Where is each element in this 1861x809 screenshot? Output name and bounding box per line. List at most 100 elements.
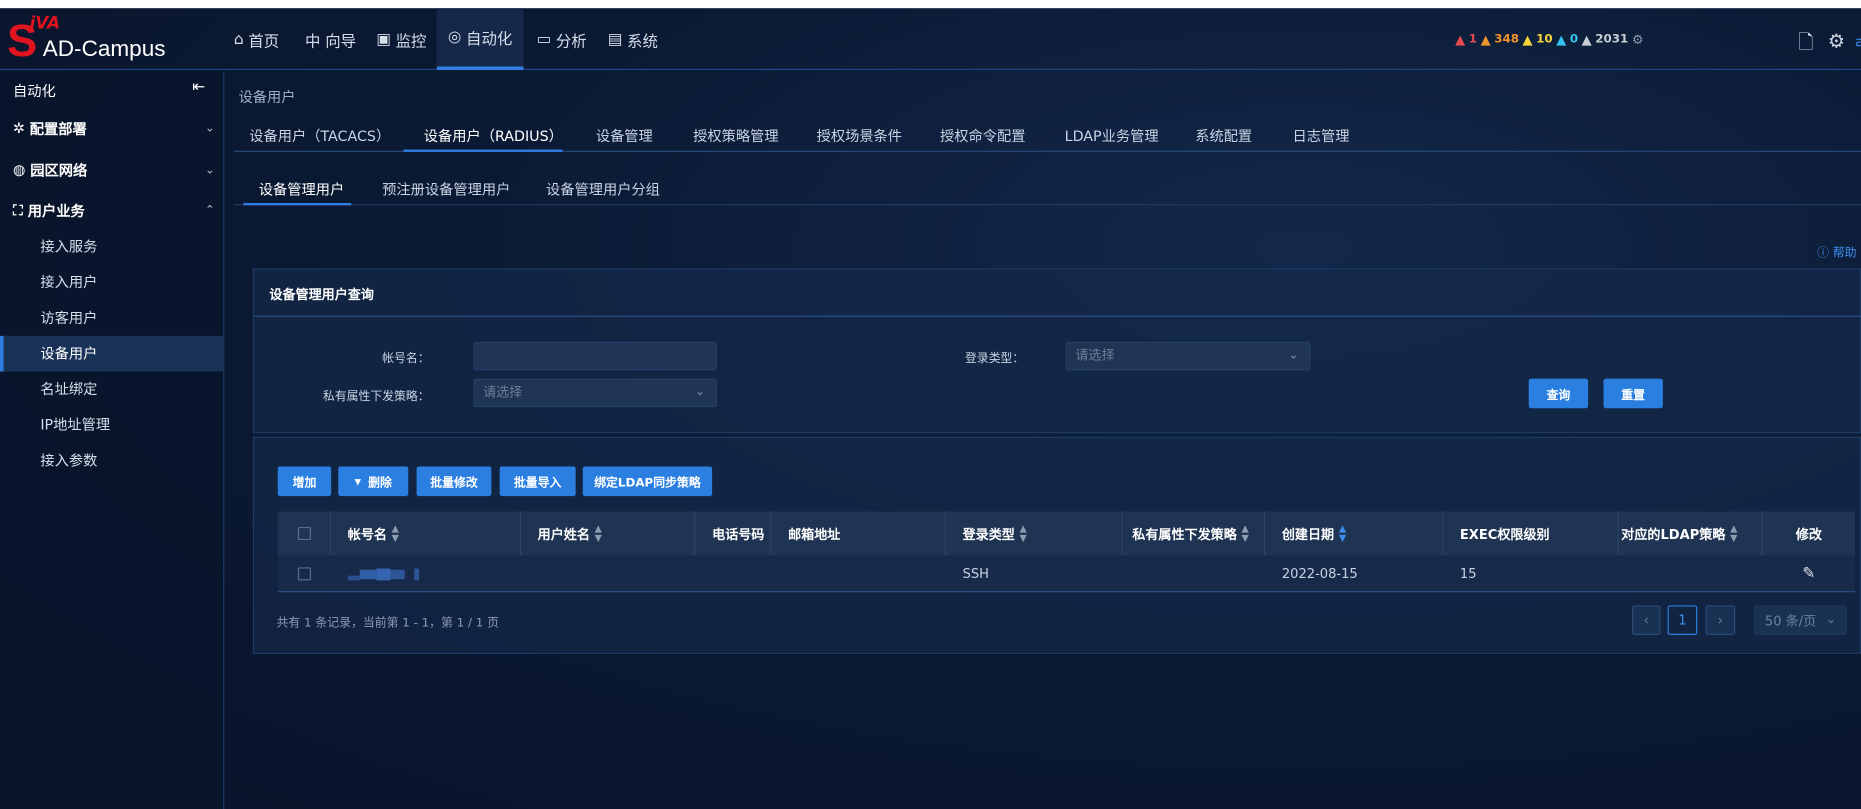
col-edit: 修改 [1762,511,1856,556]
group-label: 配置部署 [29,120,87,138]
batch-import-button[interactable]: 批量导入 [499,466,576,497]
select-placeholder: 请选择 [483,384,523,400]
app-window: S iVA AD-Campus ⌂ 首页 中向导 ▣ 监控 ◎ 自动化 ▭ 分析 ▤ 系统… [0,0,1861,809]
tab-radius[interactable]: 设备用户（RADIUS） [424,126,563,146]
sort-icon[interactable]: ▲ ▼ [1020,523,1027,543]
chevron-up-icon: ⌃ [204,203,215,217]
login-type-select[interactable]: 请选择 ⌄ [1065,341,1311,371]
sidebar-item-access-service[interactable]: 接入服务 [0,229,224,265]
col-private-attr[interactable]: 私有属性下发策略 ▲ ▼ [1122,511,1266,556]
analysis-icon: ▭ [536,30,552,49]
col-name[interactable]: 用户姓名 ▲ ▼ [521,511,696,556]
nav-guide[interactable]: 中向导 [305,8,356,70]
cell-created: 2022-08-15 [1281,566,1358,582]
collapse-sidebar-icon[interactable]: ⇤ [192,78,205,96]
pagination-summary: 共有 1 条记录，当前第 1 - 1，第 1 / 1 页 [276,617,499,631]
column-label: 帐号名 [347,526,387,542]
subtab-preregistered-user[interactable]: 预注册设备管理用户 [382,179,510,199]
reset-button[interactable]: 重置 [1603,378,1663,409]
column-label: 用户姓名 [537,526,590,542]
document-icon[interactable]: 🗋 [1798,30,1813,62]
page-1-button[interactable]: 1 [1667,605,1698,635]
cell-account[interactable] [331,555,521,592]
edit-cell: ✎ [1763,555,1856,592]
page-size-select[interactable]: 50 条/页 ⌄ [1754,605,1847,635]
major-alarm-icon: ▲ [1480,32,1491,48]
nav-home[interactable]: ⌂ 首页 [234,8,279,70]
select-placeholder: 请选择 [1075,347,1115,364]
column-label: 修改 [1795,526,1822,542]
alarm-summary[interactable]: ▲ 1 ▲ 348 ▲ 10 ▲ 0 ▲ 2031 ⚙ [1455,32,1643,47]
sidebar-item-device-user[interactable]: 设备用户 [0,335,225,372]
private-attr-label: 私有属性下发策略： [322,390,430,404]
col-created[interactable]: 创建日期 ▲ ▼ [1265,511,1444,556]
globe-icon: ◍ [13,161,26,179]
sort-icon[interactable]: ▲ ▼ [1339,523,1346,543]
nav-analysis[interactable]: ▭ 分析 [536,8,586,70]
sort-icon[interactable]: ▲ ▼ [1730,523,1737,543]
help-icon: ⓘ [1817,246,1830,260]
alarm-count: 0 [1569,33,1579,47]
button-label: 删除 [368,477,392,491]
private-attr-select[interactable]: 请选择 ⌄ [473,378,717,408]
nav-label: 监控 [395,32,427,51]
batch-edit-button[interactable]: 批量修改 [416,466,492,497]
sidebar-item-access-user[interactable]: 接入用户 [0,265,224,301]
edit-pencil-icon[interactable]: ✎ [1802,565,1815,583]
sidebar-group-campus-network[interactable]: ◍ 园区网络 ⌄ [0,150,224,190]
tab-tacacs[interactable]: 设备用户（TACACS） [249,126,390,146]
subtab-device-admin-user[interactable]: 设备管理用户 [259,179,344,199]
nav-monitor[interactable]: ▣ 监控 [376,8,426,70]
row-checkbox[interactable] [297,567,311,581]
sort-icon[interactable]: ▲ ▼ [1241,523,1248,543]
guide-icon: 中 [305,32,321,51]
critical-alarm-icon: ▲ [1455,32,1466,48]
col-ldap-policy[interactable]: 对应的LDAP策略 ▲ ▼ [1618,511,1763,556]
select-all-header [277,511,332,556]
nav-label: 向导 [325,32,357,51]
sidebar-group-config[interactable]: ✲ 配置部署 ⌄ [0,108,224,148]
cell-exec-level: 15 [1459,566,1477,582]
select-all-checkbox[interactable] [297,526,311,541]
user-menu[interactable]: a [1855,33,1861,50]
sort-icon[interactable]: ▲ ▼ [392,523,399,543]
sidebar-item-access-params[interactable]: 接入参数 [0,443,224,479]
system-icon: ▤ [607,30,623,49]
tab-system-config[interactable]: 系统配置 [1195,126,1252,146]
tab-auth-scene[interactable]: 授权场景条件 [817,126,902,146]
tab-ldap[interactable]: LDAP业务管理 [1065,126,1159,146]
account-input[interactable] [473,341,717,371]
help-link[interactable]: ⓘ 帮助 [1817,242,1856,260]
sidebar-item-guest-user[interactable]: 访客用户 [0,300,224,336]
page-size-value: 50 条/页 [1764,613,1817,629]
prev-page-button[interactable]: ‹ [1631,605,1661,635]
nav-automation[interactable]: ◎ 自动化 [436,8,524,71]
sidebar-item-ip-management[interactable]: IP地址管理 [0,407,224,443]
tab-auth-command[interactable]: 授权命令配置 [940,126,1025,146]
sidebar: 自动化 ⇤ ✲ 配置部署 ⌄ ◍ 园区网络 ⌄ ⛶ 用户业务 ⌃ 接入服务 接入用户 访客用… [0,71,225,809]
bind-ldap-button[interactable]: 绑定LDAP同步策略 [582,466,713,497]
monitor-icon: ▣ [376,30,391,49]
sidebar-item-address-binding[interactable]: 名址绑定 [0,371,224,407]
col-email: 邮箱地址 [771,511,946,556]
tab-device-management[interactable]: 设备管理 [596,126,653,146]
sidebar-group-user-service[interactable]: ⛶ 用户业务 ⌃ [0,190,224,230]
gear-icon[interactable]: ⚙ [1828,30,1845,53]
alarm-settings-icon[interactable]: ⚙ [1632,32,1644,47]
subtab-user-group[interactable]: 设备管理用户分组 [546,179,660,199]
alarm-count: 348 [1494,33,1519,47]
add-button[interactable]: 增加 [277,466,332,497]
delete-button[interactable]: ▼ 删除 [338,466,409,497]
next-page-button[interactable]: › [1705,605,1736,635]
col-account[interactable]: 帐号名 ▲ ▼ [331,511,522,556]
search-button[interactable]: 查询 [1528,378,1589,409]
tab-log[interactable]: 日志管理 [1293,126,1350,146]
chevron-down-icon: ⌄ [204,163,215,177]
minor-alarm-icon: ▲ [1522,32,1533,48]
tab-auth-policy[interactable]: 授权策略管理 [693,126,778,146]
col-login-type[interactable]: 登录类型 ▲ ▼ [945,511,1123,556]
sort-icon[interactable]: ▲ ▼ [595,523,602,543]
nav-label: 分析 [555,32,587,51]
nav-system[interactable]: ▤ 系统 [608,8,658,70]
chevron-down-icon: ⌄ [695,385,706,399]
